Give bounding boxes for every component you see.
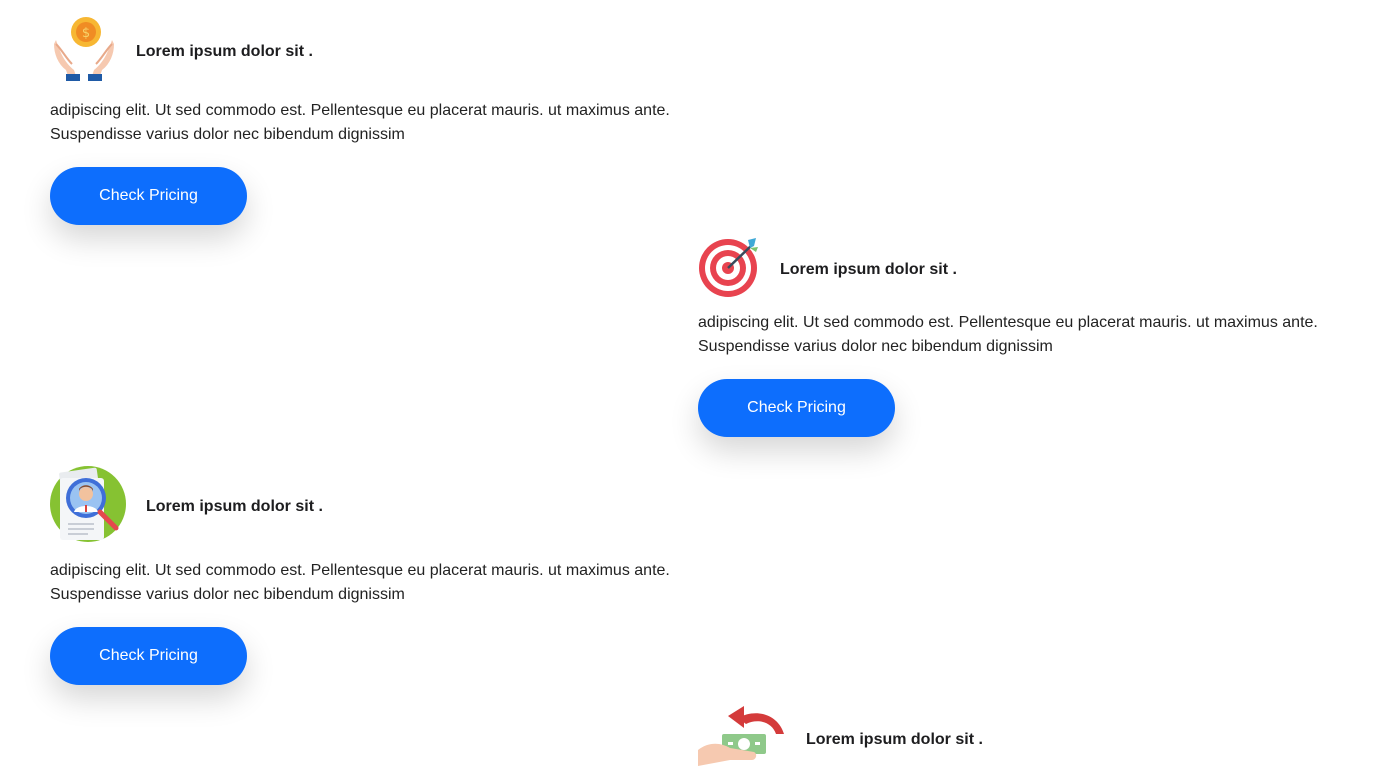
feature-card-header: $ Lorem ipsum dolor sit . (50, 14, 690, 89)
check-pricing-button[interactable]: Check Pricing (698, 379, 895, 437)
check-pricing-button[interactable]: Check Pricing (50, 627, 247, 685)
feature-card-title: Lorem ipsum dolor sit . (136, 42, 313, 60)
feature-card-title: Lorem ipsum dolor sit . (780, 260, 957, 278)
hands-coin-icon: $ (50, 14, 116, 89)
feature-card-description: adipiscing elit. Ut sed commodo est. Pel… (50, 562, 670, 603)
feature-card-header: Lorem ipsum dolor sit . (698, 236, 1338, 303)
candidate-search-icon (50, 464, 126, 549)
feature-card-description: adipiscing elit. Ut sed commodo est. Pel… (698, 314, 1318, 355)
feature-card: Lorem ipsum dolor sit . (698, 704, 1338, 769)
svg-text:$: $ (82, 26, 90, 41)
feature-card-title: Lorem ipsum dolor sit . (806, 730, 983, 748)
check-pricing-button[interactable]: Check Pricing (50, 167, 247, 225)
feature-card-title: Lorem ipsum dolor sit . (146, 497, 323, 515)
feature-card-description: adipiscing elit. Ut sed commodo est. Pel… (50, 102, 670, 143)
pricing-features-page: $ Lorem ipsum dolor sit . adipiscing eli… (0, 0, 1397, 769)
feature-card: Lorem ipsum dolor sit . adipiscing elit.… (698, 236, 1338, 437)
feature-card-header: Lorem ipsum dolor sit . (50, 464, 690, 549)
feature-card-header: Lorem ipsum dolor sit . (698, 704, 1338, 769)
feature-card: $ Lorem ipsum dolor sit . adipiscing eli… (50, 14, 690, 225)
feature-card: Lorem ipsum dolor sit . adipiscing elit.… (50, 464, 690, 685)
money-refund-icon (698, 704, 786, 769)
target-dart-icon (698, 236, 760, 303)
